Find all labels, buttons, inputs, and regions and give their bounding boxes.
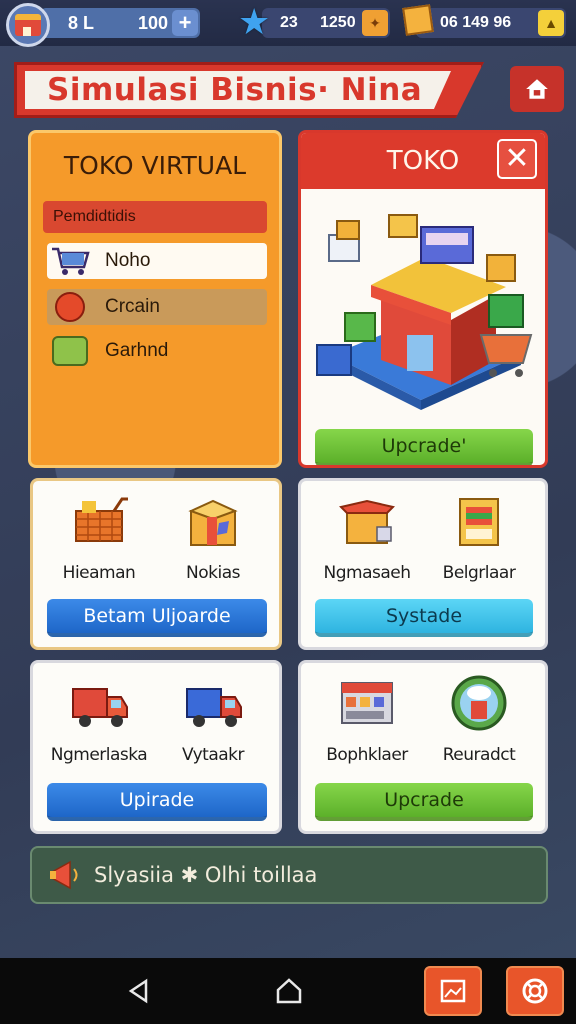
card-2-button[interactable]: Systade (315, 599, 533, 637)
card-1-button[interactable]: Betam Uljoarde (47, 599, 267, 637)
menu-item-label: Garhnd (105, 340, 169, 361)
home-button[interactable] (510, 66, 564, 112)
shelf-icon (307, 673, 427, 733)
stars-level: 23 (280, 14, 298, 31)
card-item-label: Reuradct (442, 745, 516, 765)
notification-text: Slyasiia ✱ Olhi toillaa (94, 863, 318, 887)
card-item-right[interactable]: Vytaakr (153, 673, 273, 773)
back-icon[interactable] (124, 976, 154, 1006)
upgrade-card-2: Ngmasaeh Belgrlaar Systade (298, 478, 548, 650)
image-icon (440, 979, 466, 1003)
bonus-icon[interactable]: ✦ (362, 10, 388, 36)
coins-counter: 8 L 100 + (40, 8, 200, 38)
toko-virtual-panel: TOKO VIRTUAL Pemdidtidis Noho Crcain Gar… (28, 130, 282, 468)
screenshot-app-button[interactable] (424, 966, 482, 1016)
card-3-button[interactable]: Upirade (47, 783, 267, 821)
card-item-label: Ngmerlaska (50, 745, 148, 765)
toko-header: TOKO ✕ (301, 133, 545, 189)
gems-shop-icon[interactable]: ▲ (538, 10, 564, 36)
notification-bar[interactable]: Slyasiia ✱ Olhi toillaa (30, 846, 548, 904)
basket-icon (39, 491, 159, 551)
blue-truck-icon (153, 673, 273, 733)
ball-icon (47, 290, 93, 324)
card-item-right[interactable]: Reuradct (419, 673, 539, 773)
system-nav-bar (0, 958, 576, 1024)
toko-panel: TOKO ✕ Upcrade' (298, 130, 548, 468)
lifebuoy-icon (522, 978, 548, 1004)
card-item-right[interactable]: Belgrlaar (419, 491, 539, 591)
home-icon (526, 79, 548, 99)
toko-virtual-title: TOKO VIRTUAL (63, 151, 247, 180)
card-item-left[interactable]: Hieaman (39, 491, 159, 591)
gems-counter: 06 149 96 ▲ (416, 8, 566, 38)
chef-badge-icon (419, 673, 539, 733)
toko-virtual-subtitle: Pemdidtidis (43, 201, 267, 233)
card-item-left[interactable]: Bophklaer (307, 673, 427, 773)
stars-value: 1250 (320, 14, 356, 31)
player-avatar[interactable] (6, 3, 50, 47)
card-item-label: Nokias (186, 563, 240, 583)
card-item-right[interactable]: Nokias (153, 491, 273, 591)
gift-box-icon (153, 491, 273, 551)
card-item-left[interactable]: Ngmasaeh (307, 491, 427, 591)
star-icon: ★ (238, 1, 271, 42)
red-truck-icon (39, 673, 159, 733)
add-coins-button[interactable]: + (172, 10, 198, 36)
upgrade-card-1: Hieaman Nokias Betam Uljoarde (30, 478, 282, 650)
title-banner-inner: Simulasi Bisnis· Nina (25, 71, 451, 109)
register-icon (419, 491, 539, 551)
menu-item-crcain[interactable]: Crcain (47, 289, 267, 325)
page-title: Simulasi Bisnis· Nina (47, 72, 423, 108)
close-button[interactable]: ✕ (497, 139, 537, 179)
open-box-icon (307, 491, 427, 551)
toko-title: TOKO (386, 146, 460, 176)
stars-counter: 23 1250 ✦ (262, 8, 390, 38)
coins-level: 8 L (68, 12, 95, 33)
card-item-label: Vytaakr (181, 745, 245, 765)
gems-value: 06 149 96 (440, 14, 512, 31)
shop-icon (15, 14, 41, 36)
card-item-label: Bophklaer (326, 745, 408, 765)
title-banner: Simulasi Bisnis· Nina (14, 62, 484, 118)
menu-item-noho[interactable]: Noho (47, 243, 267, 279)
upgrade-card-3: Ngmerlaska Vytaakr Upirade (30, 660, 282, 834)
menu-item-label: Noho (105, 250, 151, 271)
toko-upgrade-button[interactable]: Upcrade' (315, 429, 533, 465)
card-item-label: Belgrlaar (442, 563, 516, 583)
upgrade-card-4: Bophklaer Reuradct Upcrade (298, 660, 548, 834)
scanner-icon (47, 334, 93, 368)
card-item-label: Ngmasaeh (323, 563, 412, 583)
card-4-button[interactable]: Upcrade (315, 783, 533, 821)
crate-icon (402, 4, 434, 36)
menu-item-garhnd[interactable]: Garhnd (47, 333, 267, 369)
card-item-label: Hieaman (62, 563, 136, 583)
menu-item-label: Crcain (105, 296, 160, 317)
store-illustration (316, 214, 533, 410)
resource-bar: 8 L 100 + ★ 23 1250 ✦ 06 149 96 ▲ (0, 0, 576, 47)
lifebuoy-app-button[interactable] (506, 966, 564, 1016)
coins-value: 100 (137, 12, 168, 33)
card-item-left[interactable]: Ngmerlaska (39, 673, 159, 773)
home-nav-icon[interactable] (274, 976, 304, 1006)
megaphone-icon (50, 860, 78, 890)
cart-icon (47, 244, 93, 278)
